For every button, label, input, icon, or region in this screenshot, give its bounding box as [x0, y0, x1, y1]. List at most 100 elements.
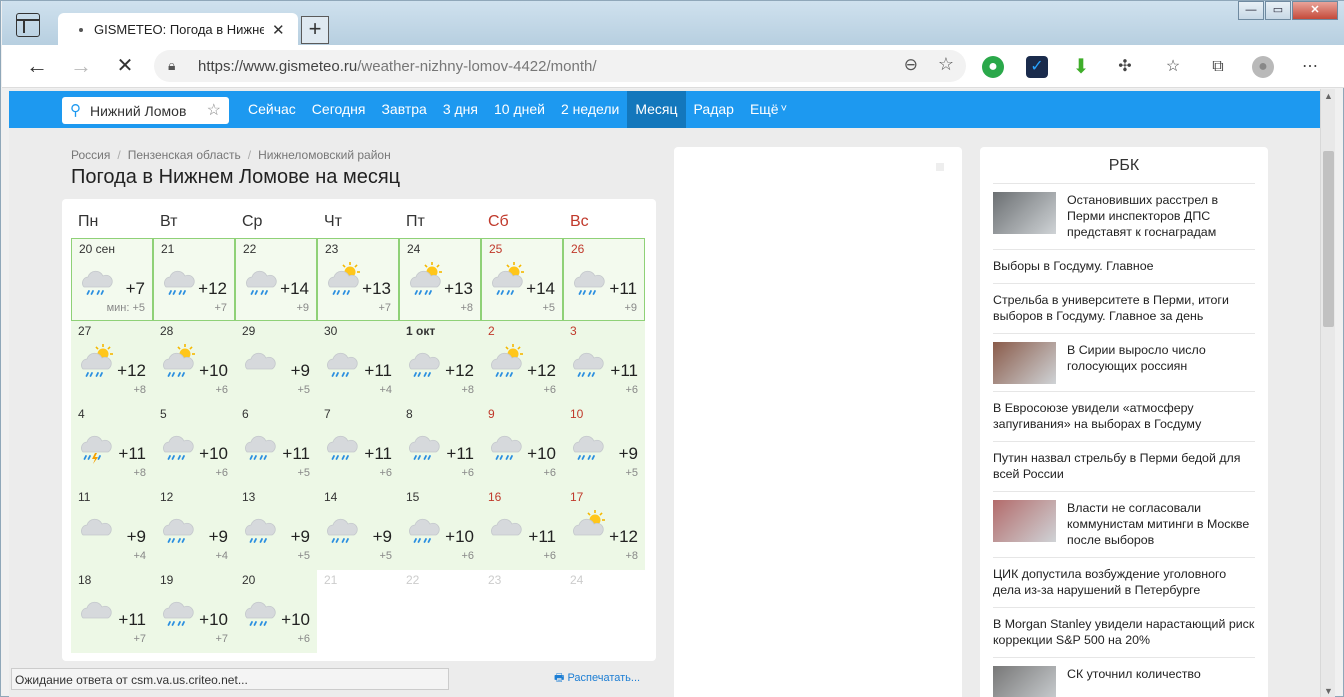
news-headline[interactable]: Власти не согласовали коммунистам митинг… — [1067, 500, 1255, 548]
print-label[interactable]: Распечатать... — [567, 672, 640, 684]
news-headline[interactable]: Остановивших расстрел в Перми инспекторо… — [1067, 192, 1255, 240]
nav-link-3[interactable]: 3 дня — [435, 91, 486, 128]
address-bar[interactable]: 🔒︎ https://www.gismeteo.ru/weather-nizhn… — [154, 50, 966, 82]
nav-link-0[interactable]: Сейчас — [240, 91, 304, 128]
nav-link-4[interactable]: 10 дней — [486, 91, 553, 128]
new-tab-button[interactable]: + — [301, 16, 329, 44]
news-item[interactable]: Остановивших расстрел в Перми инспекторо… — [993, 183, 1255, 249]
day-cell[interactable]: 26 +11 +9 — [563, 238, 645, 321]
extensions-puzzle-icon[interactable]: ✣ — [1114, 56, 1136, 78]
forward-arrow-icon[interactable]: → — [66, 52, 96, 82]
day-cell[interactable]: 17 +12 +8 — [563, 487, 645, 570]
news-headline[interactable]: Путин назвал стрельбу в Перми бедой для … — [993, 450, 1255, 482]
day-cell[interactable]: 13 +9 +5 — [235, 487, 317, 570]
news-headline[interactable]: СК уточнил количество — [1067, 666, 1255, 682]
breadcrumb-item[interactable]: Нижнеломовский район — [258, 148, 391, 162]
extension-download-icon[interactable]: ⬇ — [1070, 56, 1092, 78]
nav-link-1[interactable]: Сегодня — [304, 91, 374, 128]
favorites-icon[interactable]: ☆ — [1162, 56, 1184, 78]
extension-green-icon[interactable]: ● — [982, 56, 1004, 78]
back-arrow-icon[interactable]: ← — [22, 52, 52, 82]
day-cell[interactable]: 25 +14 +5 — [481, 238, 563, 321]
news-thumbnail[interactable] — [993, 500, 1056, 542]
news-item[interactable]: В Morgan Stanley увидели нарастающий рис… — [993, 607, 1255, 657]
news-headline[interactable]: В Morgan Stanley увидели нарастающий рис… — [993, 616, 1255, 648]
favorite-star-icon[interactable]: ☆ — [207, 100, 221, 120]
close-window-button[interactable]: ✕ — [1292, 1, 1338, 20]
tab-close-icon[interactable]: ✕ — [272, 21, 285, 39]
maximize-button[interactable]: ▭ — [1265, 1, 1291, 20]
day-cell[interactable]: 7 +11 +6 — [317, 404, 399, 487]
news-item[interactable]: В Сирии выросло число голосующих россиян — [993, 333, 1255, 391]
day-cell[interactable]: 9 +10 +6 — [481, 404, 563, 487]
day-cell[interactable]: 11 +9 +4 — [71, 487, 153, 570]
news-thumbnail[interactable] — [993, 342, 1056, 384]
news-headline[interactable]: В Евросоюзе увидели «атмосферу запугиван… — [993, 400, 1255, 432]
minimize-button[interactable]: — — [1238, 1, 1264, 20]
nav-link-6[interactable]: Месяц — [627, 91, 686, 128]
news-item[interactable]: Власти не согласовали коммунистам митинг… — [993, 491, 1255, 557]
news-headline[interactable]: В Сирии выросло число голосующих россиян — [1067, 342, 1255, 374]
news-item[interactable]: Выборы в Госдуму. Главное — [993, 249, 1255, 283]
day-cell[interactable]: 4 +11 +8 — [71, 404, 153, 487]
scroll-thumb[interactable] — [1323, 151, 1334, 327]
extension-check-icon[interactable]: ✓ — [1026, 56, 1048, 78]
day-cell[interactable]: 24 +13 +8 — [399, 238, 481, 321]
collections-icon[interactable]: ⧉ — [1207, 56, 1229, 78]
day-cell[interactable]: 3 +11 +6 — [563, 321, 645, 404]
stop-loading-icon[interactable]: ✕ — [110, 52, 140, 82]
print-link[interactable]: 🖶︎ Распечатать... — [554, 669, 640, 688]
nav-link-5[interactable]: 2 недели — [553, 91, 627, 128]
lock-icon[interactable]: 🔒︎ — [168, 57, 175, 74]
day-cell[interactable]: 19 +10 +7 — [153, 570, 235, 653]
day-cell[interactable]: 28 +10 +6 — [153, 321, 235, 404]
news-item[interactable]: В Евросоюзе увидели «атмосферу запугиван… — [993, 391, 1255, 441]
more-caret-icon[interactable]: ˅ — [781, 91, 787, 128]
news-thumbnail[interactable] — [993, 666, 1056, 697]
day-cell[interactable]: 20 +10 +6 — [235, 570, 317, 653]
add-favorite-icon[interactable]: ☆ — [938, 54, 954, 75]
news-headline[interactable]: ЦИК допустила возбуждение уголовного дел… — [993, 566, 1255, 598]
day-cell[interactable]: 30 +11 +4 — [317, 321, 399, 404]
breadcrumb-item[interactable]: Россия — [71, 148, 110, 162]
day-cell[interactable]: 20 сен +7 мин: +5 — [71, 238, 153, 321]
day-cell[interactable]: 22 +14 +9 — [235, 238, 317, 321]
day-cell[interactable]: 21 +12 +7 — [153, 238, 235, 321]
day-cell[interactable]: 6 +11 +5 — [235, 404, 317, 487]
day-cell[interactable]: 8 +11 +6 — [399, 404, 481, 487]
city-search-value[interactable]: Нижний Ломов — [90, 103, 186, 119]
news-item[interactable]: ЦИК допустила возбуждение уголовного дел… — [993, 557, 1255, 607]
news-source-title[interactable]: РБК — [980, 157, 1268, 175]
news-headline[interactable]: Выборы в Госдуму. Главное — [993, 258, 1255, 274]
scroll-up-icon[interactable]: ▲ — [1324, 91, 1333, 101]
news-thumbnail[interactable] — [993, 192, 1056, 234]
day-cell[interactable]: 1 окт +12 +8 — [399, 321, 481, 404]
browser-tab[interactable]: GISMETEO: Погода в Нижнем Л ✕ — [58, 13, 298, 46]
day-cell[interactable]: 18 +11 +7 — [71, 570, 153, 653]
scroll-down-icon[interactable]: ▼ — [1324, 686, 1333, 696]
settings-more-icon[interactable]: ⋯ — [1299, 56, 1321, 78]
day-cell[interactable]: 16 +11 +6 — [481, 487, 563, 570]
news-item[interactable]: Стрельба в университете в Перми, итоги в… — [993, 283, 1255, 333]
day-cell[interactable]: 15 +10 +6 — [399, 487, 481, 570]
city-search-box[interactable]: ⚲ Нижний Ломов ☆ — [62, 97, 229, 124]
nav-link-7[interactable]: Радар — [686, 91, 742, 128]
day-cell[interactable]: 23 +13 +7 — [317, 238, 399, 321]
nav-link-2[interactable]: Завтра — [373, 91, 434, 128]
tab-actions-icon[interactable] — [16, 13, 40, 37]
day-cell[interactable]: 10 +9 +5 — [563, 404, 645, 487]
day-cell[interactable]: 2 +12 +6 — [481, 321, 563, 404]
day-cell[interactable]: 29 +9 +5 — [235, 321, 317, 404]
news-item[interactable]: СК уточнил количество — [993, 657, 1255, 697]
day-cell[interactable]: 14 +9 +5 — [317, 487, 399, 570]
day-cell[interactable]: 27 +12 +8 — [71, 321, 153, 404]
vertical-scrollbar[interactable]: ▲ ▼ — [1320, 89, 1335, 697]
day-cell[interactable]: 5 +10 +6 — [153, 404, 235, 487]
news-headline[interactable]: Стрельба в университете в Перми, итоги в… — [993, 292, 1255, 324]
breadcrumb-item[interactable]: Пензенская область — [128, 148, 241, 162]
zoom-out-icon[interactable]: ⊖ — [904, 55, 918, 75]
url-text[interactable]: https://www.gismeteo.ru/weather-nizhny-l… — [198, 58, 597, 75]
profile-avatar[interactable]: ● — [1252, 56, 1274, 78]
news-item[interactable]: Путин назвал стрельбу в Перми бедой для … — [993, 441, 1255, 491]
day-cell[interactable]: 12 +9 +4 — [153, 487, 235, 570]
